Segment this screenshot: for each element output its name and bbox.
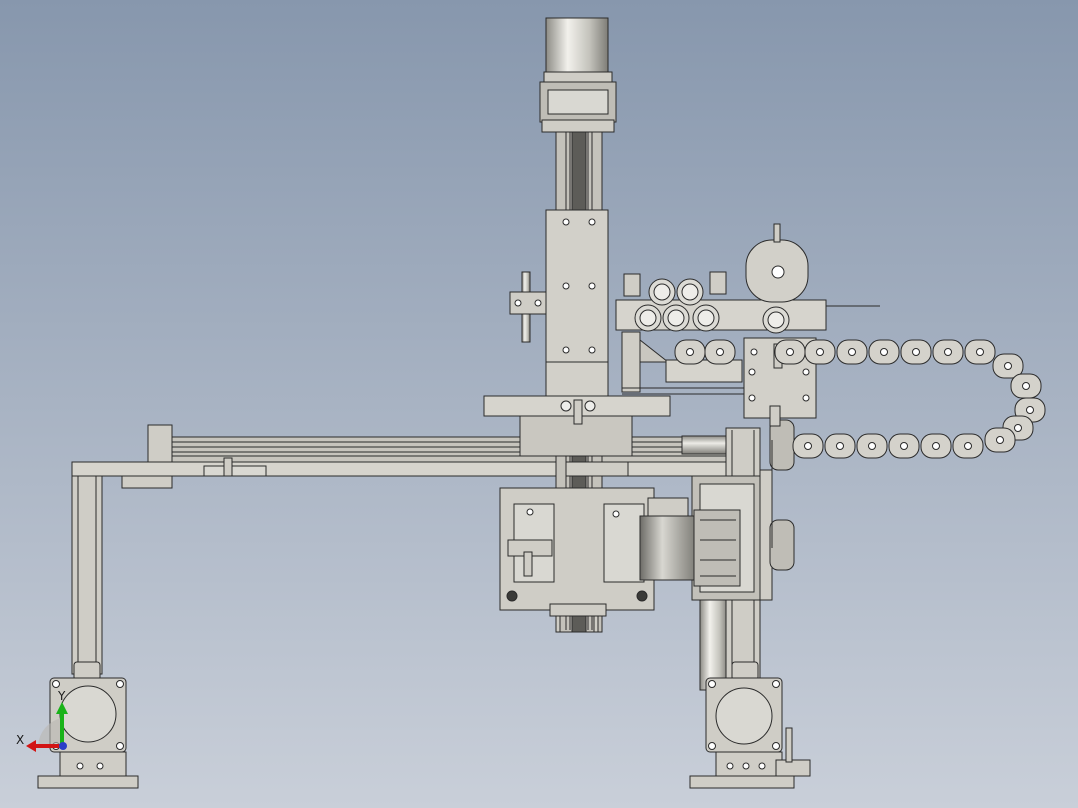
chain-link-pin	[836, 442, 844, 450]
chain-link-pin	[976, 348, 984, 356]
chain-link-pin	[686, 348, 694, 356]
chain-link-pin	[1022, 382, 1030, 390]
chain-link-pin	[900, 442, 908, 450]
robot-assembly-drawing: X Y	[0, 0, 1078, 808]
left-column	[71, 473, 103, 675]
chain-link-pin	[964, 442, 972, 450]
chain-link-pin	[848, 348, 856, 356]
chain-link-pin	[716, 348, 724, 356]
chain-link-pin	[944, 348, 952, 356]
vertical-axis-motor	[539, 17, 617, 133]
chain-link-pin	[1014, 424, 1022, 432]
chain-link-pin	[868, 442, 876, 450]
chain-link-pin	[880, 348, 888, 356]
chain-link-pin	[1004, 362, 1012, 370]
chain-link-pin	[996, 436, 1004, 444]
chain-link-pin	[932, 442, 940, 450]
chain-link-pin	[1026, 406, 1034, 414]
vertical-carriage	[545, 209, 609, 397]
chain-link-pin	[912, 348, 920, 356]
chain-link-pin	[804, 442, 812, 450]
y-axis-label: Y	[57, 689, 66, 703]
cad-viewport[interactable]: X Y	[0, 0, 1078, 808]
gripper-block	[499, 487, 655, 633]
chain-link-pin	[816, 348, 824, 356]
chain-link-pin	[786, 348, 794, 356]
x-axis-label: X	[16, 733, 24, 747]
